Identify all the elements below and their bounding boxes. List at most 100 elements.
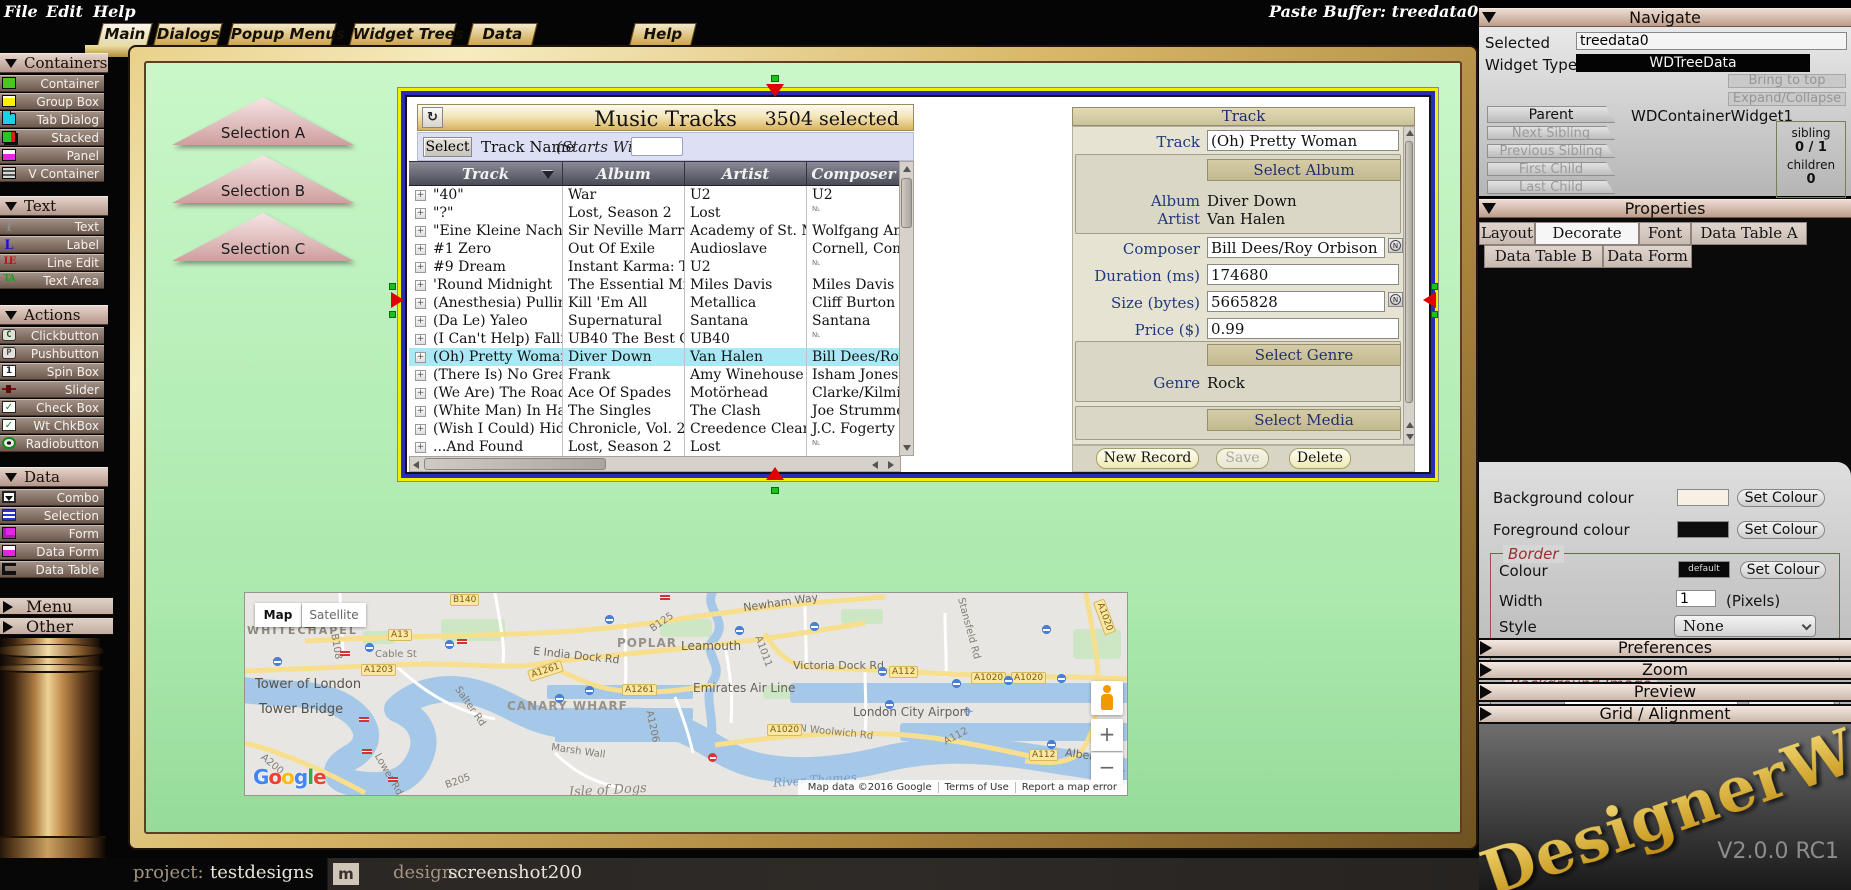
palette-section-menu[interactable]: Menu — [0, 597, 113, 615]
selection-selection-c-button[interactable]: Selection C — [172, 213, 354, 261]
palette-item-v-container[interactable]: V Container — [0, 165, 104, 182]
track-row[interactable]: +"Eine Kleine Nachtm...Sir Neville Marri… — [409, 222, 901, 240]
underground-station-icon[interactable] — [810, 622, 819, 631]
scrollbar-thumb[interactable] — [1405, 141, 1413, 403]
track-row[interactable]: +"?"Lost, Season 2LostNL — [409, 204, 901, 222]
price-input[interactable] — [1207, 318, 1399, 339]
scroll-down-icon[interactable] — [1406, 434, 1414, 440]
underground-station-icon[interactable] — [555, 694, 564, 703]
palette-item-text-area[interactable]: TAText Area — [0, 272, 104, 289]
properties-tab-font[interactable]: Font — [1639, 222, 1691, 245]
underground-station-icon[interactable] — [878, 667, 887, 676]
map-attribution-link[interactable]: Terms of Use — [938, 782, 1015, 793]
right-handle-anchor[interactable] — [1431, 283, 1438, 290]
bottom-handle-anchor[interactable] — [771, 487, 779, 494]
palette-item-panel[interactable]: Panel — [0, 147, 104, 164]
right-handle-arrow-icon[interactable] — [1423, 292, 1436, 308]
design-canvas[interactable]: Selection ASelection BSelection C ↻ Musi… — [144, 61, 1462, 834]
rail-station-icon[interactable] — [388, 777, 398, 784]
select-genre-button[interactable]: Select Genre — [1207, 344, 1401, 366]
horizontal-scrollbar[interactable] — [409, 456, 901, 472]
pegman-button[interactable] — [1091, 681, 1123, 715]
properties-tab-layout[interactable]: Layout — [1479, 222, 1535, 245]
composer-input[interactable] — [1207, 237, 1385, 258]
rail-station-icon[interactable] — [340, 651, 350, 658]
scroll-left-icon[interactable] — [872, 461, 878, 469]
map-type-button[interactable]: Map — [255, 603, 301, 627]
palette-section-other[interactable]: Other — [0, 617, 113, 635]
select-media-button[interactable]: Select Media — [1207, 409, 1401, 431]
palette-item-form[interactable]: Form — [0, 525, 104, 542]
track-row[interactable]: +'Round MidnightThe Essential Mile...Mil… — [409, 276, 901, 294]
last-child-button[interactable]: Last Child — [1487, 180, 1615, 194]
rail-station-icon[interactable] — [362, 749, 372, 756]
form-scrollbar[interactable] — [1403, 126, 1415, 445]
scrollbar-thumb[interactable] — [424, 458, 606, 470]
palette-item-pushbutton[interactable]: PPushbutton — [0, 345, 104, 362]
palette-section-text[interactable]: Text — [0, 196, 108, 216]
tab-main[interactable]: Main — [97, 23, 152, 45]
underground-station-icon[interactable] — [1042, 625, 1051, 634]
map-zoom-in-button[interactable]: + — [1091, 719, 1123, 751]
underground-station-icon[interactable] — [1004, 676, 1013, 685]
scroll-up-icon[interactable] — [903, 166, 911, 172]
properties-tab-decorate[interactable]: Decorate — [1535, 222, 1639, 245]
section-grid-alignment[interactable]: Grid / Alignment — [1479, 704, 1851, 724]
first-child-button[interactable]: First Child — [1487, 162, 1615, 176]
google-map-widget[interactable]: WHITECHAPELCable StB108Tower of LondonTo… — [244, 592, 1128, 796]
menu-help[interactable]: Help — [93, 2, 136, 21]
border-width-input[interactable] — [1676, 590, 1716, 607]
selected-widget-input[interactable] — [1576, 32, 1847, 50]
underground-station-icon[interactable] — [365, 643, 374, 652]
underground-station-icon[interactable] — [445, 640, 454, 649]
column-header-album[interactable]: Album — [563, 162, 685, 187]
underground-station-icon[interactable] — [885, 700, 894, 709]
palette-item-label[interactable]: LLabel — [0, 236, 104, 253]
track-row[interactable]: +(Wish I Could) Hidea...Chronicle, Vol. … — [409, 420, 901, 438]
left-handle-anchor[interactable] — [389, 311, 396, 318]
bring-to-top-button[interactable]: Bring to top — [1728, 74, 1846, 88]
border-style-select[interactable]: None — [1674, 615, 1816, 637]
track-row[interactable]: +#1 ZeroOut Of ExileAudioslaveCornell, C… — [409, 240, 901, 258]
navigate-header[interactable]: Navigate — [1479, 8, 1851, 27]
set-background-colour-button[interactable]: Set Colour — [1737, 489, 1825, 507]
properties-header[interactable]: Properties — [1479, 199, 1851, 218]
tab-help[interactable]: Help — [629, 23, 696, 45]
selection-selection-a-button[interactable]: Selection A — [172, 97, 354, 145]
tab-dialogs[interactable]: Dialogs — [153, 23, 222, 45]
palette-item-tab-dialog[interactable]: Tab Dialog — [0, 111, 104, 128]
palette-section-data[interactable]: Data — [0, 467, 108, 487]
palette-section-actions[interactable]: Actions — [0, 305, 108, 325]
palette-item-selection[interactable]: Selection — [0, 507, 104, 524]
menu-file[interactable]: File — [4, 2, 38, 21]
palette-item-text[interactable]: TText — [0, 218, 104, 235]
expand-collapse-button[interactable]: Expand/Collapse — [1728, 92, 1846, 106]
duration-input[interactable] — [1207, 264, 1399, 285]
selection-selection-b-button[interactable]: Selection B — [172, 155, 354, 203]
section-preferences[interactable]: Preferences — [1479, 638, 1851, 658]
track-row[interactable]: +(Anesthesia) Pulling ...Kill 'Em AllMet… — [409, 294, 901, 312]
scroll-up-icon[interactable] — [1406, 422, 1414, 428]
palette-item-data-table[interactable]: Data Table — [0, 561, 104, 578]
track-row[interactable]: +(Da Le) YaleoSupernaturalSantanaSantana — [409, 312, 901, 330]
previous-sibling-button[interactable]: Previous Sibling — [1487, 144, 1615, 158]
save-button[interactable]: Save — [1216, 448, 1269, 469]
left-handle-arrow-icon[interactable] — [391, 292, 404, 308]
underground-station-icon[interactable] — [273, 657, 282, 666]
track-row[interactable]: +(There Is) No Greate...FrankAmy Winehou… — [409, 366, 901, 384]
vertical-scrollbar[interactable] — [899, 161, 914, 456]
track-row[interactable]: +#9 DreamInstant Karma: Th...U2NL — [409, 258, 901, 276]
properties-tab-data-table-a[interactable]: Data Table A — [1691, 222, 1807, 245]
filter-input[interactable] — [631, 137, 683, 156]
underground-station-icon[interactable] — [1047, 740, 1056, 749]
map-attribution-link[interactable]: Report a map error — [1015, 782, 1123, 793]
menu-edit[interactable]: Edit — [46, 2, 83, 21]
palette-item-group-box[interactable]: Group Box — [0, 93, 104, 110]
underground-station-icon[interactable] — [605, 615, 614, 624]
top-handle-arrow-icon[interactable] — [766, 84, 784, 97]
set-foreground-colour-button[interactable]: Set Colour — [1737, 521, 1825, 539]
underground-station-icon[interactable] — [952, 679, 961, 688]
scroll-right-icon[interactable] — [888, 461, 894, 469]
palette-item-radiobutton[interactable]: Radiobutton — [0, 435, 104, 452]
left-handle-anchor[interactable] — [389, 283, 396, 290]
